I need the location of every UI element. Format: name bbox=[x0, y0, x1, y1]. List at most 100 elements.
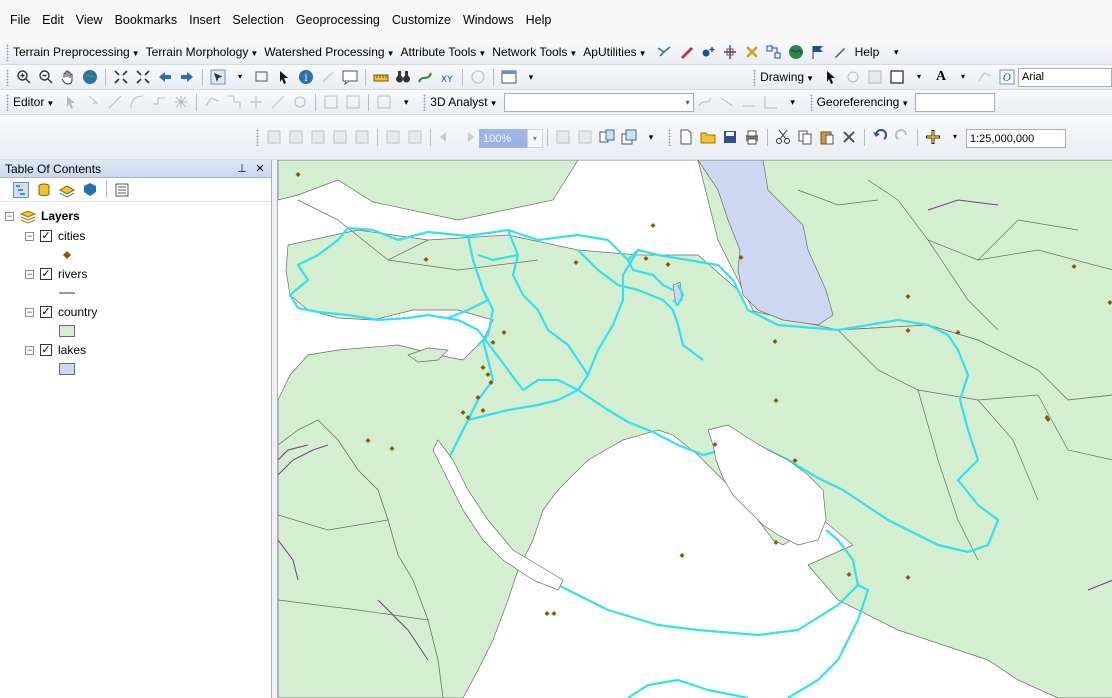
data-driven-pages-icon[interactable] bbox=[621, 129, 637, 145]
forward-extent-icon[interactable] bbox=[460, 129, 476, 145]
toolbar-grip[interactable] bbox=[256, 129, 259, 146]
toolbar-options-icon[interactable]: ▾ bbox=[523, 69, 539, 85]
layout-pan-icon[interactable] bbox=[310, 129, 326, 145]
fixed-zoom-out-icon[interactable] bbox=[135, 69, 151, 85]
toggle-draft-mode-icon[interactable] bbox=[555, 129, 571, 145]
close-icon[interactable]: ✕ bbox=[253, 162, 267, 175]
new-document-icon[interactable] bbox=[678, 129, 694, 145]
attributes-icon[interactable] bbox=[323, 94, 339, 110]
copy-icon[interactable] bbox=[797, 129, 813, 145]
trace-icon[interactable] bbox=[151, 94, 167, 110]
editor-menu[interactable]: Editor ▼ bbox=[13, 95, 54, 109]
select-elements-icon[interactable] bbox=[823, 69, 839, 85]
list-by-source-icon[interactable] bbox=[36, 182, 52, 198]
reshape-icon[interactable] bbox=[226, 94, 242, 110]
help-menu[interactable]: Help bbox=[855, 45, 880, 59]
toolbar-grip[interactable] bbox=[753, 68, 757, 86]
font-name-field[interactable]: Arial bbox=[1018, 67, 1112, 87]
legend-symbol-cities[interactable] bbox=[0, 246, 271, 264]
layer-visibility-checkbox[interactable]: ✓ bbox=[40, 344, 52, 356]
pin-icon[interactable]: ⊥ bbox=[235, 162, 249, 175]
measure-icon[interactable] bbox=[373, 69, 389, 85]
toolbar-options-icon[interactable]: ▾ bbox=[785, 94, 801, 110]
select-elements-icon[interactable] bbox=[276, 69, 292, 85]
steepest-path-icon[interactable] bbox=[719, 94, 735, 110]
rotate-icon[interactable] bbox=[845, 69, 861, 85]
open-folder-icon[interactable] bbox=[700, 129, 716, 145]
zoom-percent-field[interactable]: 100% bbox=[479, 129, 527, 148]
edit-vertices-icon[interactable] bbox=[977, 69, 993, 85]
zoom-100-icon[interactable] bbox=[354, 129, 370, 145]
legend-symbol-rivers[interactable] bbox=[0, 284, 271, 302]
html-popup-icon[interactable] bbox=[342, 69, 358, 85]
layout-zoom-in-icon[interactable] bbox=[266, 129, 282, 145]
fixed-zoom-out-page-icon[interactable] bbox=[407, 129, 423, 145]
attribute-tools-menu[interactable]: Attribute Tools ▼ bbox=[400, 45, 486, 59]
point-icon[interactable] bbox=[173, 94, 189, 110]
chevron-down-icon[interactable]: ▾ bbox=[947, 129, 963, 145]
globe-icon[interactable] bbox=[788, 44, 804, 60]
georef-layer-select[interactable] bbox=[915, 92, 996, 112]
redo-icon[interactable] bbox=[894, 129, 910, 145]
point-add-icon[interactable] bbox=[700, 44, 716, 60]
menu-edit[interactable]: Edit bbox=[42, 13, 64, 27]
pencil-icon[interactable] bbox=[832, 44, 848, 60]
menu-file[interactable]: File bbox=[10, 13, 30, 27]
menu-geoprocessing[interactable]: Geoprocessing bbox=[296, 13, 380, 27]
menu-view[interactable]: View bbox=[76, 13, 103, 27]
back-arrow-icon[interactable] bbox=[157, 69, 173, 85]
layer-visibility-checkbox[interactable]: ✓ bbox=[40, 230, 52, 242]
change-layout-icon[interactable] bbox=[599, 129, 615, 145]
toolbar-grip[interactable] bbox=[6, 43, 9, 61]
flow-trace-icon[interactable] bbox=[656, 44, 672, 60]
forward-arrow-icon[interactable] bbox=[179, 69, 195, 85]
cut-polygons-icon[interactable] bbox=[248, 94, 264, 110]
go-to-xy-icon[interactable]: XY bbox=[439, 69, 455, 85]
map-canvas[interactable] bbox=[278, 160, 1112, 698]
flag-icon[interactable] bbox=[810, 44, 826, 60]
menu-windows[interactable]: Windows bbox=[463, 13, 514, 27]
zoom-whole-page-icon[interactable] bbox=[332, 129, 348, 145]
layer-name[interactable]: cities bbox=[58, 229, 85, 243]
toolbar-grip[interactable] bbox=[809, 93, 813, 111]
time-slider-icon[interactable] bbox=[470, 69, 486, 85]
menu-customize[interactable]: Customize bbox=[392, 13, 451, 27]
toolbar-options-icon[interactable]: ▾ bbox=[398, 94, 414, 110]
create-features-icon[interactable] bbox=[376, 94, 392, 110]
rotate-icon[interactable] bbox=[292, 94, 308, 110]
collapse-toggle[interactable]: − bbox=[5, 211, 14, 221]
list-by-drawing-order-icon[interactable] bbox=[13, 181, 29, 198]
menu-insert[interactable]: Insert bbox=[189, 13, 220, 27]
collapse-toggle[interactable]: − bbox=[25, 345, 34, 355]
pencil-point-icon[interactable] bbox=[678, 44, 694, 60]
options-icon[interactable] bbox=[114, 182, 130, 198]
add-data-icon[interactable] bbox=[925, 129, 941, 145]
layer-name[interactable]: country bbox=[58, 305, 97, 319]
viewer-window-icon[interactable] bbox=[501, 69, 517, 85]
toolbar-grip[interactable] bbox=[6, 93, 9, 111]
georeferencing-menu[interactable]: Georeferencing ▼ bbox=[817, 95, 910, 109]
cross-tool-icon[interactable] bbox=[744, 44, 760, 60]
font-icon[interactable]: O bbox=[999, 69, 1015, 85]
collapse-toggle[interactable]: − bbox=[25, 269, 34, 279]
pan-hand-icon[interactable] bbox=[60, 69, 76, 85]
network-tools-menu[interactable]: Network Tools ▼ bbox=[492, 45, 577, 59]
select-features-icon[interactable] bbox=[210, 69, 226, 85]
list-by-selection-icon[interactable] bbox=[82, 182, 98, 198]
layout-zoom-out-icon[interactable] bbox=[288, 129, 304, 145]
terrain-morphology-menu[interactable]: Terrain Morphology ▼ bbox=[146, 45, 259, 59]
save-icon[interactable] bbox=[722, 129, 738, 145]
edit-vertices-icon[interactable] bbox=[204, 94, 220, 110]
rectangle-icon[interactable] bbox=[889, 69, 905, 85]
menu-help[interactable]: Help bbox=[526, 13, 552, 27]
clear-selection-icon[interactable] bbox=[254, 69, 270, 85]
legend-symbol-lakes[interactable] bbox=[0, 360, 271, 378]
identify-icon[interactable]: i bbox=[298, 69, 314, 85]
paste-icon[interactable] bbox=[819, 129, 835, 145]
split-line-icon[interactable] bbox=[722, 44, 738, 60]
legend-symbol-country[interactable] bbox=[0, 322, 271, 340]
full-extent-icon[interactable] bbox=[82, 69, 98, 85]
find-route-icon[interactable] bbox=[417, 69, 433, 85]
find-binoculars-icon[interactable] bbox=[395, 69, 411, 85]
focus-data-frame-icon[interactable] bbox=[577, 129, 593, 145]
